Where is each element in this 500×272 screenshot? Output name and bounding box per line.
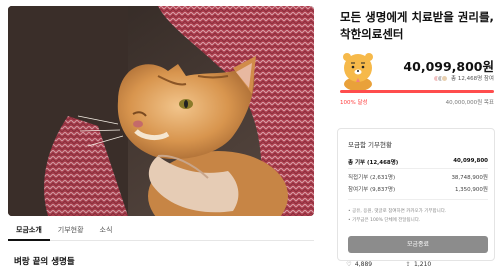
donation-notes: • 공유, 응원, 댓글로 참여하면 카카오가 기부합니다. • 기부금은 10… bbox=[348, 207, 488, 225]
divider bbox=[348, 168, 488, 169]
goal-amount: 40,000,000원 목표 bbox=[445, 100, 494, 106]
participant-count: 총 12,468명 참여 bbox=[433, 74, 494, 82]
like-button[interactable]: ♡ 4,889 bbox=[345, 261, 372, 268]
row-value: 40,099,800 bbox=[453, 158, 488, 164]
campaign-photo bbox=[8, 6, 314, 216]
participant-label: 총 12,468명 참여 bbox=[451, 76, 494, 82]
story-title: 벼랑 끝의 생명들 bbox=[14, 257, 75, 267]
tab-intro[interactable]: 모금소개 bbox=[8, 219, 50, 241]
participation-donation-row: 참여기부 (9,837명) 1,350,900원 bbox=[348, 185, 488, 193]
divider bbox=[348, 199, 488, 200]
campaign-ended-button[interactable]: 모금종료 bbox=[348, 236, 488, 253]
campaign-title: 모든 생명에게 치료받을 권리를, 착한의료센터 bbox=[340, 10, 494, 41]
note-line: • 공유, 응원, 댓글로 참여하면 카카오가 기부합니다. bbox=[348, 209, 447, 214]
donation-status-card: 모금함 기부현황 총 기부 (12,468명) 40,099,800 직접기부 … bbox=[337, 128, 495, 261]
tab-bar: 모금소개 기부현황 소식 bbox=[8, 219, 314, 241]
share-button[interactable]: ⇪ 1,210 bbox=[404, 261, 432, 268]
progress-bar bbox=[340, 90, 494, 93]
row-label: 참여기부 (9,837명) bbox=[348, 187, 396, 193]
share-count: 1,210 bbox=[414, 261, 432, 268]
campaign-sidebar: 모든 생명에게 치료받을 권리를, 착한의료센터 40,099,800원 총 1… bbox=[330, 0, 500, 272]
row-label: 총 기부 (12,468명) bbox=[348, 160, 399, 166]
share-icon: ⇪ bbox=[405, 261, 411, 268]
direct-donation-row: 직접기부 (2,631명) 38,748,900원 bbox=[348, 173, 488, 181]
note-line: • 기부금은 100% 단체에 전달됩니다. bbox=[348, 218, 421, 223]
row-value: 38,748,900원 bbox=[451, 175, 488, 181]
avatar-group bbox=[433, 74, 449, 82]
achievement-rate: 100% 달성 bbox=[340, 100, 368, 106]
total-donation-row: 총 기부 (12,468명) 40,099,800 bbox=[348, 158, 488, 166]
action-footer: ♡ 4,889 ⇪ 1,210 bbox=[345, 261, 431, 268]
tab-donation-status[interactable]: 기부현황 bbox=[50, 219, 92, 241]
ryan-mascot-icon bbox=[340, 50, 376, 92]
card-title: 모금함 기부현황 bbox=[348, 141, 392, 149]
row-value: 1,350,900원 bbox=[454, 187, 488, 193]
tab-news[interactable]: 소식 bbox=[92, 219, 121, 241]
heart-icon: ♡ bbox=[346, 261, 352, 268]
like-count: 4,889 bbox=[354, 261, 373, 268]
content-area: 모금소개 기부현황 소식 벼랑 끝의 생명들 bbox=[0, 0, 330, 272]
raised-amount: 40,099,800원 bbox=[403, 59, 494, 74]
row-label: 직접기부 (2,631명) bbox=[348, 175, 396, 181]
